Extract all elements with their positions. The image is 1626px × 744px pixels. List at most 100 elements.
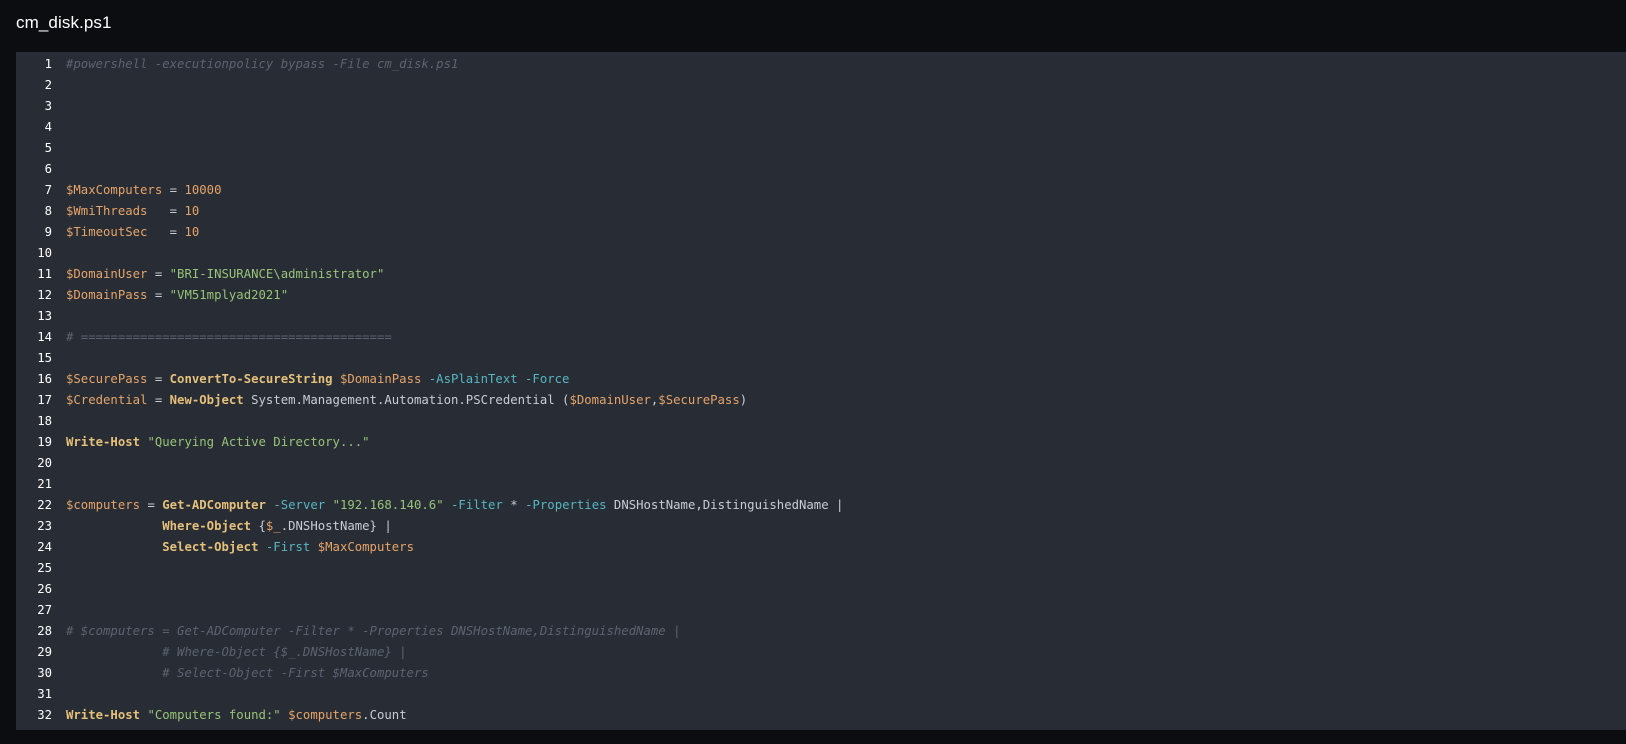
code-token-comment: #powershell -executionpolicy bypass -Fil… [66,57,459,71]
code-token-number: 10 [184,225,200,239]
code-token-param: -Server [273,498,326,512]
line-number: 11 [37,267,52,281]
code-token-var: $SecurePass [66,372,148,386]
code-token-param: -AsPlainText [428,372,518,386]
code-token-comment: # $computers = Get-ADComputer -Filter * … [66,624,681,638]
code-token-var: $DomainUser [66,267,148,281]
code-token-param: -Force [525,372,570,386]
code-line: 17 $Credential = New-Object System.Manage… [16,390,1626,411]
code-token-var: $DomainUser [569,393,651,407]
line-number: 23 [37,519,52,533]
line-number: 31 [37,687,52,701]
code-token-string: "Querying Active Directory..." [147,435,370,449]
line-number: 30 [37,666,52,680]
code-token-comment: # Select-Object -First $MaxComputers [162,666,429,680]
code-line: 27 [16,600,1626,621]
code-line: 24 Select-Object -First $MaxComputers [16,537,1626,558]
line-number: 21 [37,477,52,491]
code-token-string: "BRI-INSURANCE\administrator" [169,267,385,281]
code-token-op: = [147,393,170,407]
code-token-cmd: Select-Object [162,540,259,554]
line-number: 24 [37,540,52,554]
line-number: 7 [44,183,52,197]
code-token-comment: # ======================================… [66,330,392,344]
line-code: Where-Object {$_.DNSHostName} | [66,516,392,537]
line-code: Write-Host "Querying Active Directory...… [66,432,370,453]
line-number: 9 [44,225,52,239]
code-line: 22 $computers = Get-ADComputer -Server "1… [16,495,1626,516]
code-line: 1 #powershell -executionpolicy bypass -Fi… [16,54,1626,75]
line-code: #powershell -executionpolicy bypass -Fil… [66,54,458,75]
code-token-string: "192.168.140.6" [332,498,444,512]
code-token-var: $MaxComputers [317,540,414,554]
code-line: 3 [16,96,1626,117]
code-line: 9 $TimeoutSec = 10 [16,222,1626,243]
code-token-cmd: Get-ADComputer [162,498,266,512]
line-number: 4 [44,120,52,134]
line-number: 5 [44,141,52,155]
code-token-cmd: Write-Host [66,435,141,449]
code-token-string: "VM51mplyad2021" [169,288,289,302]
code-token-text: { [251,519,266,533]
code-viewer[interactable]: 1 #powershell -executionpolicy bypass -Fi… [16,52,1626,730]
line-number: 2 [44,78,52,92]
code-line: 21 [16,474,1626,495]
line-code: # ======================================… [66,327,392,348]
code-token-var: $computers [66,498,141,512]
line-code: $Credential = New-Object System.Manageme… [66,390,747,411]
line-number: 1 [44,57,52,71]
code-line: 7 $MaxComputers = 10000 [16,180,1626,201]
code-token-var: $WmiThreads [66,204,148,218]
code-token-text: .Count [362,708,407,722]
code-token-var: $Credential [66,393,148,407]
code-line: 25 [16,558,1626,579]
code-token-op: = [147,288,170,302]
code-token-op: = [140,498,163,512]
code-token-var: $computers [288,708,363,722]
code-line: 26 [16,579,1626,600]
code-line: 13 [16,306,1626,327]
line-number: 29 [37,645,52,659]
line-code: # $computers = Get-ADComputer -Filter * … [66,621,680,642]
line-code: $TimeoutSec = 10 [66,222,199,243]
line-number: 32 [37,708,52,722]
line-number: 6 [44,162,52,176]
line-code: Write-Host "Computers found:" $computers… [66,705,407,726]
line-number: 22 [37,498,52,512]
code-token-var: $DomainPass [339,372,422,386]
line-code: $computers = Get-ADComputer -Server "192… [66,495,843,516]
line-number: 28 [37,624,52,638]
code-line: 28 # $computers = Get-ADComputer -Filter … [16,621,1626,642]
code-token-var: $DomainPass [66,288,148,302]
line-code: $WmiThreads = 10 [66,201,199,222]
code-line: 8 $WmiThreads = 10 [16,201,1626,222]
code-line: 15 [16,348,1626,369]
code-lines: 1 #powershell -executionpolicy bypass -Fi… [16,54,1626,726]
code-token-cmd: Write-Host [66,708,141,722]
code-token-text: System.Management.Automation.PSCredentia… [243,393,570,407]
code-token-text: .DNSHostName} | [280,519,392,533]
code-line: 18 [16,411,1626,432]
code-line: 30 # Select-Object -First $MaxComputers [16,663,1626,684]
line-code: # Where-Object {$_.DNSHostName} | [66,642,406,663]
code-token-text: ) [739,393,748,407]
code-token-op: = [162,183,185,197]
code-line: 14 # ====================================… [16,327,1626,348]
line-code: $MaxComputers = 10000 [66,180,222,201]
line-number: 14 [37,330,52,344]
code-line: 6 [16,159,1626,180]
code-line: 23 Where-Object {$_.DNSHostName} | [16,516,1626,537]
line-number: 10 [37,246,52,260]
code-token-var: $MaxComputers [66,183,163,197]
code-token-cmd: New-Object [169,393,244,407]
code-line: 20 [16,453,1626,474]
code-line: 16 $SecurePass = ConvertTo-SecureString $… [16,369,1626,390]
